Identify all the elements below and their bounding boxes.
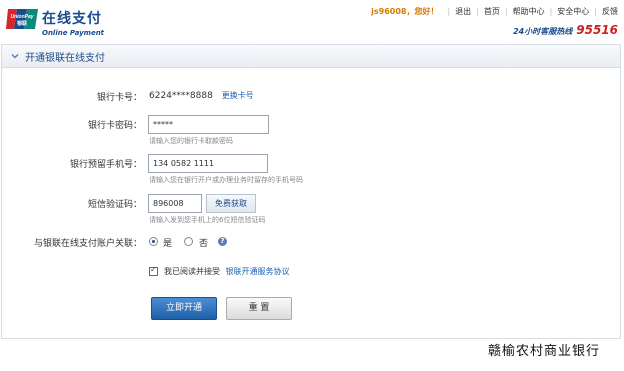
nav-divider: | [504, 7, 508, 16]
user-greeting: js96008，您好！ [371, 7, 439, 16]
card-password-hint: 请输入您的银行卡取款密码 [149, 137, 233, 145]
panel-title: 开通银联在线支付 [25, 52, 105, 64]
chevron-down-icon [11, 54, 19, 59]
service-agreement-link[interactable]: 银联开通服务协议 [226, 267, 290, 276]
panel-header[interactable]: 开通银联在线支付 [2, 45, 620, 68]
link-yes-radio[interactable] [149, 237, 158, 246]
sms-code-hint: 请输入发到您手机上的6位短信验证码 [149, 216, 266, 224]
open-service-panel: 开通银联在线支付 银行卡号： 6224****8888 更换卡号 银行卡密码： … [1, 44, 621, 339]
change-card-link[interactable]: 更换卡号 [222, 91, 254, 100]
nav-home[interactable]: 首页 [484, 6, 500, 17]
nav-help-center[interactable]: 帮助中心 [513, 6, 545, 17]
nav-divider: | [447, 7, 451, 16]
agree-text: 我已阅读并接受 [164, 267, 220, 276]
reset-button[interactable]: 重 置 [226, 297, 292, 320]
phone-hint: 请输入您在银行开户或办理业务时留存的手机号码 [149, 176, 303, 184]
phone-input[interactable]: 134 0582 1111 [148, 154, 268, 173]
hotline-label: 24小时客服热线 [513, 27, 573, 36]
card-password-input[interactable]: ***** [148, 115, 269, 134]
nav-feedback[interactable]: 反馈 [602, 6, 618, 17]
phone-label: 银行预留手机号： [69, 160, 142, 170]
unionpay-logo: UnionPay 银联 [6, 9, 38, 29]
nav-logout[interactable]: 退出 [455, 6, 471, 17]
nav-divider: | [549, 7, 553, 16]
nav-divider: | [594, 7, 597, 16]
card-number-value: 6224****8888 更换卡号 [149, 90, 254, 101]
nav-security-center[interactable]: 安全中心 [557, 6, 589, 17]
card-password-label: 银行卡密码： [87, 121, 142, 131]
help-icon[interactable]: ? [218, 237, 227, 246]
open-now-button[interactable]: 立即开通 [151, 297, 217, 320]
link-no-radio[interactable] [184, 237, 193, 246]
top-nav: js96008，您好！ | 退出 | 首页 | 帮助中心 | 安全中心 | 反馈 [371, 6, 618, 17]
account-link-label: 与银联在线支付账户关联： [33, 239, 142, 249]
nav-divider: | [476, 7, 479, 16]
brand-title: 在线支付 [42, 11, 102, 27]
get-sms-code-button[interactable]: 免费获取 [206, 194, 256, 213]
hotline-number: 95516 [576, 23, 618, 37]
header: UnionPay 银联 在线支付 Online Payment js96008，… [0, 0, 624, 44]
card-number-label: 银行卡号： [96, 93, 142, 103]
sms-code-input[interactable]: 896008 [148, 194, 202, 213]
brand-text: 在线支付 Online Payment [42, 8, 104, 37]
agreement-text: 我已阅读并接受 银联开通服务协议 [164, 266, 290, 277]
brand-subtitle: Online Payment [42, 29, 105, 37]
link-yes-label: 是 [163, 239, 173, 249]
bank-name: 赣榆农村商业银行 [488, 344, 601, 359]
card-number-text: 6224****8888 [149, 91, 213, 101]
hotline: 24小时客服热线 95516 [513, 23, 618, 37]
link-no-label: 否 [199, 239, 209, 249]
sms-code-label: 短信验证码： [87, 200, 142, 210]
agree-checkbox[interactable] [149, 265, 158, 276]
svg-text:银联: 银联 [16, 20, 27, 27]
svg-text:UnionPay: UnionPay [10, 14, 33, 20]
